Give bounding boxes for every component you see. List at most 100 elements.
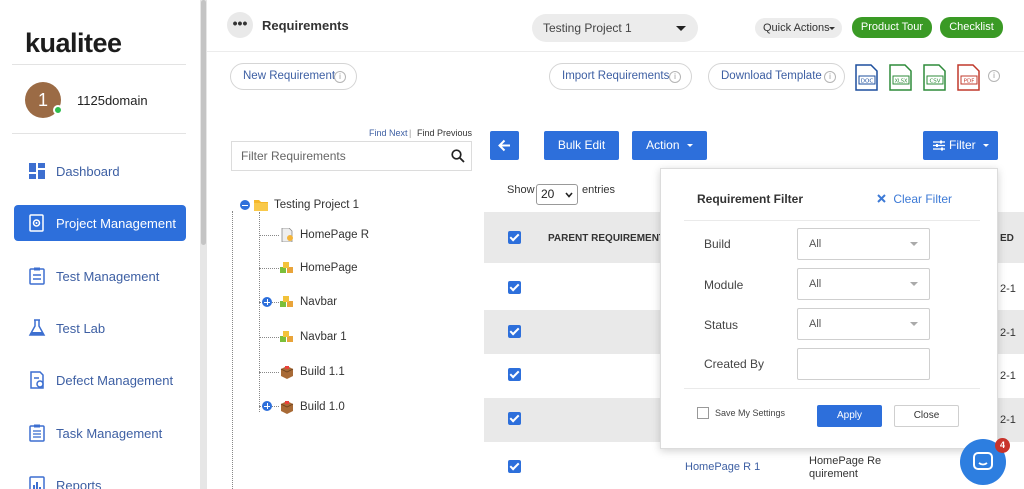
collapse-icon[interactable]: [240, 200, 250, 210]
filter-requirements-input[interactable]: Filter Requirements: [231, 141, 472, 171]
popup-divider: [684, 388, 980, 389]
column-header-partial[interactable]: ED: [1000, 233, 1014, 244]
tree-connector: [259, 372, 279, 373]
doc-file-icon[interactable]: DOC: [853, 64, 880, 91]
sidebar-item-test-management[interactable]: Test Management: [14, 258, 186, 294]
save-settings-label: Save My Settings: [715, 408, 786, 418]
tree-connector: [232, 211, 233, 489]
doc-label: DOC: [861, 79, 874, 85]
save-settings-checkbox[interactable]: [697, 407, 709, 419]
entries-label: entries: [582, 184, 616, 196]
tree-node[interactable]: HomePage: [279, 261, 358, 275]
chevron-down-icon: [829, 27, 835, 30]
pdf-file-icon[interactable]: PDF: [955, 64, 982, 91]
tree-node[interactable]: Navbar: [279, 295, 337, 309]
module-select[interactable]: All: [797, 268, 930, 300]
parent-requirement-link[interactable]: HomePage R 1: [685, 461, 760, 473]
page-title: Requirements: [262, 18, 349, 33]
sidebar-item-test-lab[interactable]: Test Lab: [14, 310, 186, 346]
date-cell: 2-1: [1000, 327, 1016, 339]
row-checkbox[interactable]: [508, 325, 521, 338]
find-next-link[interactable]: Find Next: [369, 128, 408, 138]
clear-filter-link[interactable]: Clear Filter: [877, 192, 952, 206]
sidebar-item-label: Test Lab: [56, 320, 106, 336]
sidebar-divider: [12, 133, 186, 134]
sidebar-item-defect-management[interactable]: Defect Management: [14, 362, 186, 398]
created-by-input[interactable]: [797, 348, 930, 380]
download-template-button[interactable]: Download Template i: [708, 63, 845, 90]
sidebar-scrollbar[interactable]: [200, 0, 207, 489]
clear-filter-label: Clear Filter: [893, 192, 953, 206]
bulk-edit-button[interactable]: Bulk Edit: [544, 131, 619, 160]
user-name[interactable]: 1125domain: [77, 93, 148, 108]
requirement-doc-icon: [281, 228, 293, 242]
requirement-name-cell: HomePage Re quirement: [809, 455, 882, 480]
filter-requirements-placeholder: Filter Requirements: [241, 149, 346, 163]
tree-node-label: Navbar: [300, 296, 338, 308]
sidebar-item-dashboard[interactable]: Dashboard: [14, 153, 186, 189]
project-select-value: Testing Project 1: [543, 21, 632, 35]
defect-icon: [30, 371, 44, 389]
date-cell: 2-1: [1000, 414, 1016, 426]
back-button[interactable]: [490, 131, 519, 160]
tree-node-root[interactable]: Testing Project 1: [253, 198, 359, 212]
import-requirements-button[interactable]: Import Requirements i: [549, 63, 692, 90]
xlsx-file-icon[interactable]: XLSX: [887, 64, 914, 91]
caret-down-icon: [910, 242, 918, 246]
info-icon[interactable]: i: [988, 70, 1000, 82]
sidebar-item-label: Reports: [56, 477, 102, 489]
action-dropdown-button[interactable]: Action: [632, 131, 707, 160]
sidebar-item-project-management[interactable]: Project Management: [14, 205, 186, 241]
find-links-separator: |: [409, 128, 412, 138]
column-header-parent-requirement[interactable]: PARENT REQUIREMENT: [548, 233, 665, 244]
project-select[interactable]: Testing Project 1: [532, 14, 698, 42]
tree-node-label: HomePage: [300, 262, 358, 274]
tree-node[interactable]: Build 1.1: [279, 365, 345, 379]
row-checkbox[interactable]: [508, 281, 521, 294]
checklist-button[interactable]: Checklist: [940, 17, 1003, 38]
page-size-select[interactable]: 20: [536, 184, 578, 205]
chat-unread-badge: 4: [995, 438, 1010, 453]
find-previous-link[interactable]: Find Previous: [417, 128, 472, 138]
tree-node[interactable]: Build 1.0: [279, 400, 345, 414]
info-icon: i: [824, 71, 836, 83]
arrow-left-icon: [498, 139, 510, 152]
tree-node-label: Build 1.0: [300, 401, 345, 413]
expand-icon[interactable]: [262, 401, 272, 411]
quick-actions-dropdown[interactable]: Quick Actions: [755, 18, 842, 38]
module-cubes-icon: [280, 331, 293, 342]
row-checkbox[interactable]: [508, 368, 521, 381]
close-button[interactable]: Close: [894, 405, 959, 427]
csv-file-icon[interactable]: CSV: [921, 64, 948, 91]
select-all-checkbox[interactable]: [508, 231, 521, 244]
date-cell: 2-1: [1000, 283, 1016, 295]
apply-button[interactable]: Apply: [817, 405, 882, 427]
sidebar-item-reports[interactable]: Reports: [14, 467, 186, 489]
module-cubes-icon: [280, 296, 293, 307]
tree-node[interactable]: Navbar 1: [279, 330, 347, 344]
tree-connector: [259, 235, 279, 236]
quick-actions-label: Quick Actions: [763, 22, 830, 34]
csv-label: CSV: [929, 79, 940, 85]
tree-node[interactable]: HomePage R: [279, 228, 369, 242]
kualitee-logo[interactable]: kualitee: [25, 28, 122, 59]
module-cubes-icon: [280, 262, 293, 273]
more-options-button[interactable]: •••: [227, 12, 253, 38]
build-select[interactable]: All: [797, 228, 930, 260]
expand-icon[interactable]: [262, 297, 272, 307]
row-checkbox[interactable]: [508, 460, 521, 473]
product-tour-button[interactable]: Product Tour: [852, 17, 932, 38]
row-checkbox[interactable]: [508, 412, 521, 425]
sidebar-item-label: Project Management: [56, 215, 176, 231]
filter-button[interactable]: Filter: [923, 131, 998, 160]
filter-label: Filter: [949, 138, 976, 152]
chevron-down-icon: [686, 144, 693, 148]
new-requirement-button[interactable]: New Requirement i: [230, 63, 357, 90]
dashboard-icon: [29, 163, 45, 179]
import-requirements-label: Import Requirements: [562, 70, 670, 82]
sidebar-item-label: Test Management: [56, 268, 160, 284]
search-icon[interactable]: [451, 149, 465, 163]
status-select[interactable]: All: [797, 308, 930, 340]
sidebar-item-task-management[interactable]: Task Management: [14, 415, 186, 451]
sidebar-scrollbar-thumb[interactable]: [201, 0, 206, 245]
